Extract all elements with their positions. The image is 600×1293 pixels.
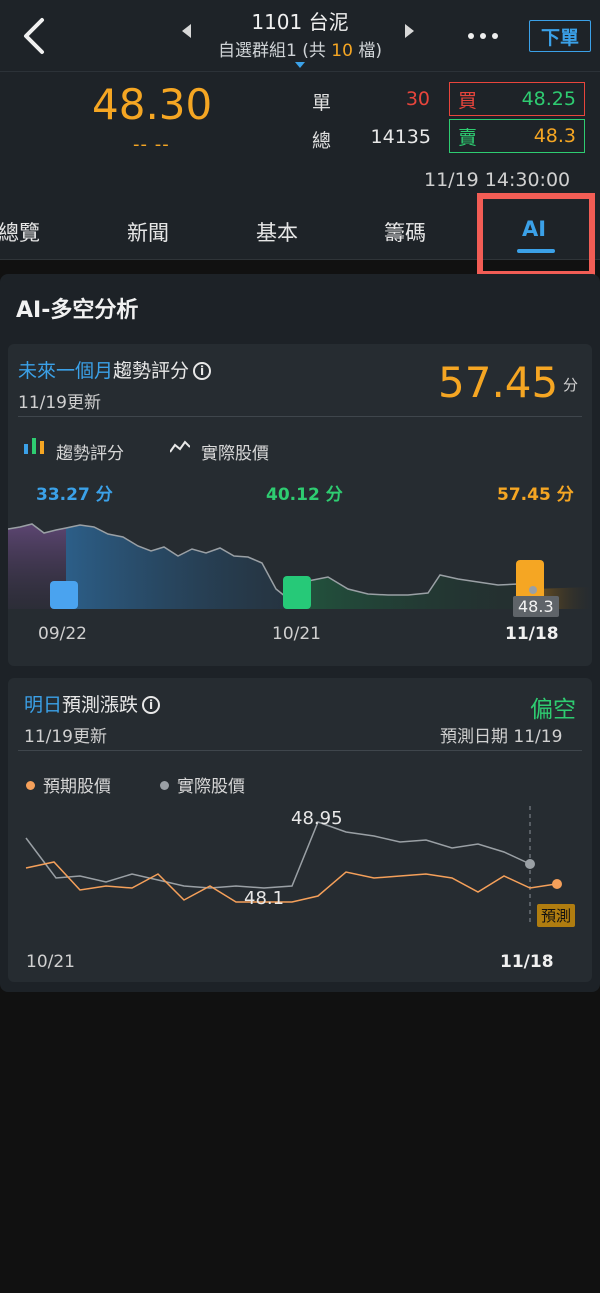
price-tooltip: 48.3: [513, 596, 559, 617]
forecast-updated: 11/19更新: [24, 727, 107, 747]
bid-label: 買: [458, 89, 478, 112]
trend-card-heading: 未來一個月趨勢評分 i: [18, 356, 212, 383]
ai-analysis-panel: AI-多空分析 未來一個月趨勢評分 i 11/19更新 57.45 分 趨勢評分 …: [0, 274, 600, 992]
trend-area-blue: [66, 525, 286, 609]
group-suffix: 檔): [352, 41, 382, 61]
top-bar: 1101 台泥 自選群組1 (共 10 檔) 下單: [0, 0, 600, 72]
price-change: -- --: [133, 134, 170, 155]
bid-price: 48.25: [521, 88, 576, 110]
trend-heading-period: 未來一個月: [18, 360, 114, 382]
more-options-icon[interactable]: [468, 22, 508, 50]
stock-title[interactable]: 1101 台泥: [0, 6, 600, 35]
x-label-end: 11/18: [500, 952, 554, 972]
predicted-point: [552, 879, 562, 889]
tab-chips[interactable]: 籌碼: [384, 217, 426, 247]
legend-actual-price: 實際股價: [160, 772, 245, 797]
line-chart-icon: [170, 440, 190, 453]
highlight-box: [477, 193, 595, 277]
place-order-button[interactable]: 下單: [529, 20, 591, 52]
next-stock-icon[interactable]: [405, 24, 414, 38]
chevron-down-icon[interactable]: [295, 62, 305, 68]
trend-score: 57.45: [438, 358, 559, 407]
tab-overview[interactable]: 總覽: [0, 217, 40, 247]
watchlist-group[interactable]: 自選群組1 (共 10 檔): [0, 36, 600, 61]
legend-expected-price: 預期股價: [26, 772, 111, 797]
x-label-start: 10/21: [26, 952, 75, 972]
tab-news[interactable]: 新聞: [127, 217, 169, 247]
forecast-heading-day: 明日: [24, 694, 63, 716]
ask-price-box[interactable]: 賣 48.3: [449, 119, 585, 153]
trend-area-green: [286, 575, 518, 609]
forecast-heading-text: 預測漲跌: [62, 694, 139, 716]
card-divider: [18, 416, 582, 417]
low-price-label: 48.1: [244, 888, 285, 909]
bid-price-box[interactable]: 買 48.25: [449, 82, 585, 116]
forecast-card-heading: 明日預測漲跌 i: [24, 690, 161, 717]
tab-fundamentals[interactable]: 基本: [256, 217, 298, 247]
x-label-end: 11/18: [505, 624, 559, 644]
last-price-point: [529, 586, 537, 594]
legend-actual-text: 實際股價: [177, 777, 245, 797]
card-divider: [18, 750, 582, 751]
score-bar-first: [50, 581, 78, 609]
legend-trend-score: 趨勢評分: [56, 444, 124, 464]
last-price: 48.30: [92, 80, 213, 129]
ask-price: 48.3: [533, 125, 576, 147]
actual-price-line: [25, 821, 531, 889]
high-price-label: 48.95: [291, 808, 343, 829]
info-icon[interactable]: i: [142, 696, 161, 714]
single-volume-value: 30: [405, 88, 430, 110]
gray-dot-icon: [160, 781, 169, 790]
ask-label: 賣: [458, 126, 478, 149]
prediction-tag: 預測: [537, 904, 576, 927]
legend-actual-price: 實際股價: [201, 444, 269, 464]
forecast-bias: 偏空: [530, 697, 576, 723]
x-label-middle: 10/21: [272, 624, 321, 644]
total-volume-label: 總: [312, 130, 332, 152]
score-bar-middle: [283, 576, 311, 609]
quote-timestamp: 11/19 14:30:00: [424, 169, 571, 191]
trend-heading-text: 趨勢評分: [113, 360, 190, 382]
group-count: 10: [331, 41, 353, 61]
panel-title: AI-多空分析: [16, 298, 139, 323]
forecast-date: 預測日期 11/19: [440, 727, 563, 747]
total-volume-value: 14135: [370, 126, 431, 148]
last-actual-point: [525, 859, 535, 869]
forecast-card[interactable]: 明日預測漲跌 i 11/19更新 偏空 預測日期 11/19 預期股價 實際股價 …: [8, 678, 592, 982]
info-icon[interactable]: i: [193, 362, 212, 380]
single-volume-label: 單: [312, 92, 332, 114]
x-label-start: 09/22: [38, 624, 87, 644]
bar-chart-icon: [24, 438, 44, 454]
group-prefix: 自選群組1 (共: [218, 41, 332, 61]
trend-updated: 11/19更新: [18, 393, 101, 413]
orange-dot-icon: [26, 781, 35, 790]
trend-score-card[interactable]: 未來一個月趨勢評分 i 11/19更新 57.45 分 趨勢評分 實際股價 33.…: [8, 344, 592, 666]
legend-expected-text: 預期股價: [43, 777, 111, 797]
trend-score-unit: 分: [563, 376, 579, 394]
trend-chart[interactable]: [8, 499, 592, 609]
